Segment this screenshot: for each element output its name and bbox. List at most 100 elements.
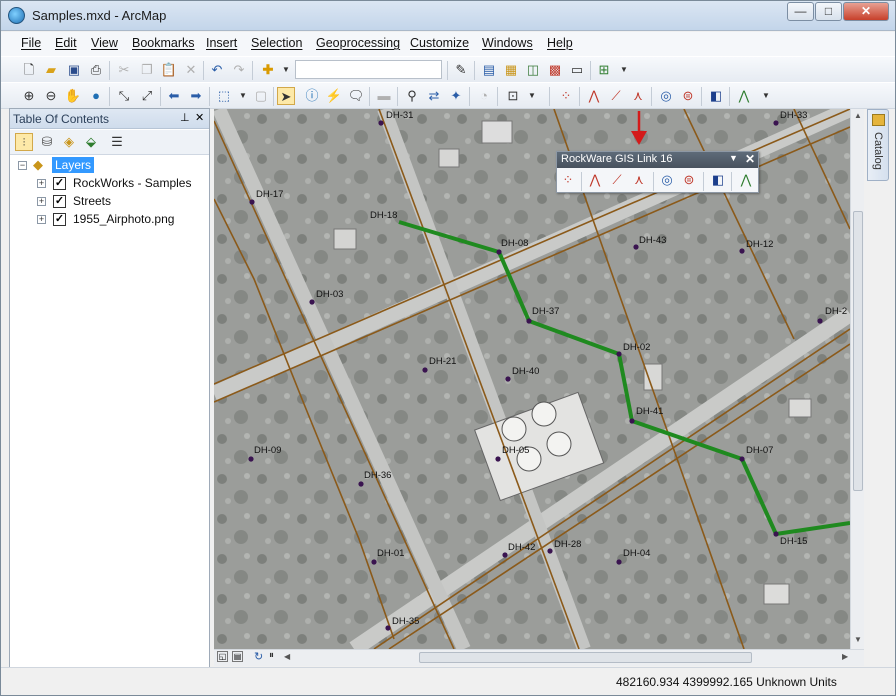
menu-view[interactable]: View [91,36,118,50]
layout-view-icon[interactable]: ▤ [232,651,243,662]
add-data-icon[interactable]: ✚ [259,61,277,79]
menu-insert[interactable]: Insert [206,36,237,50]
table-icon[interactable]: ▤ [480,61,498,79]
delete-icon[interactable]: ✕ [182,61,200,79]
layer-visibility-checkbox[interactable]: ✓ [53,213,66,226]
rockware-export-icon[interactable]: ◧ [707,87,725,105]
menu-selection[interactable]: Selection [251,36,302,50]
time-slider-icon[interactable]: ◔ [475,87,493,105]
toc-close-icon[interactable]: ✕ [195,111,204,124]
list-by-drawing-order-icon[interactable]: ⫶ [15,133,33,151]
rockware-section-icon[interactable]: ⋏ [630,171,648,189]
fixed-zoom-out-icon[interactable]: ⤢ [138,87,156,105]
pause-drawing-icon[interactable]: ⏸ [269,650,274,661]
menu-windows[interactable]: Windows [482,36,533,50]
menu-geoprocessing[interactable]: Geoprocessing [316,36,400,50]
minimize-button[interactable]: — [787,2,814,21]
scroll-down-icon[interactable]: ▼ [854,635,862,644]
menu-edit[interactable]: Edit [55,36,77,50]
open-folder-icon[interactable]: ▰ [42,61,60,79]
sample-point[interactable] [616,559,622,565]
sample-point[interactable] [358,481,364,487]
forward-extent-icon[interactable]: ➡ [187,87,205,105]
sample-point[interactable] [739,248,745,254]
new-file-icon[interactable]: 🗋 [20,61,38,79]
sample-point[interactable] [526,318,532,324]
rockware-delete-icon[interactable]: ⊜ [679,87,697,105]
layer-row[interactable]: + ✓ Streets [10,192,209,210]
sample-point[interactable] [739,456,745,462]
rockware-borehole-icon[interactable]: ⋀ [737,171,755,189]
map-horizontal-scrollbar[interactable]: ◱ ▤ ↻ ⏸ ◀ ▶ [214,649,864,666]
sample-point[interactable] [773,531,779,537]
goto-xy-2-icon[interactable]: ✦ [447,87,465,105]
sample-point[interactable] [505,376,511,382]
list-by-selection-icon[interactable]: ⬙ [82,133,100,151]
rockware-section-icon[interactable]: ⋏ [629,87,647,105]
expand-icon[interactable]: + [37,215,46,224]
print-icon[interactable]: ⎙ [87,61,105,79]
rockware-polygon-icon[interactable]: ◎ [658,171,676,189]
python-window-icon[interactable]: ▭ [568,61,586,79]
floating-toolbar-close-icon[interactable]: ✕ [745,152,755,166]
scroll-right-icon[interactable]: ▶ [842,652,848,661]
redo-icon[interactable]: ↷ [230,61,248,79]
layer-visibility-checkbox[interactable]: ✓ [53,195,66,208]
select-dropdown-icon[interactable]: ▼ [234,87,252,105]
layer-label[interactable]: 1955_Airphoto.png [73,210,174,228]
zoom-out-icon[interactable]: ⊖ [42,87,60,105]
horizontal-scroll-thumb[interactable] [419,652,752,663]
rockware-line-icon[interactable]: ⟋ [608,171,626,189]
sample-point[interactable] [248,456,254,462]
data-view-icon[interactable]: ◱ [217,651,228,662]
clear-selection-icon[interactable]: ▢ [252,87,270,105]
sample-point[interactable] [371,559,377,565]
add-data-dropdown-icon[interactable]: ▼ [277,61,295,79]
pin-icon[interactable]: ⊥ [180,111,190,124]
collapse-icon[interactable]: − [18,161,27,170]
rockware-points-icon[interactable]: ⁘ [557,87,575,105]
rockware-export-icon[interactable]: ◧ [709,171,727,189]
list-by-visibility-icon[interactable]: ◈ [60,133,78,151]
cut-icon[interactable]: ✂ [115,61,133,79]
arccatalog-icon[interactable]: ▦ [502,61,520,79]
rockware-profile-icon[interactable]: ⋀ [585,87,603,105]
layer-row[interactable]: + ✓ RockWorks - Samples [10,174,209,192]
maximize-button[interactable]: □ [815,2,842,21]
sample-point[interactable] [547,548,553,554]
sample-point[interactable] [629,418,635,424]
sample-point[interactable] [249,199,255,205]
sample-point[interactable] [385,625,391,631]
layer-row[interactable]: + ✓ 1955_Airphoto.png [10,210,209,228]
toc-options-icon[interactable]: ☰ [108,133,126,151]
measure-icon[interactable]: ▬ [375,87,393,105]
goto-xy-icon[interactable]: ⇄ [425,87,443,105]
close-button[interactable]: ✕ [843,2,889,21]
rockware-polygon-icon[interactable]: ◎ [657,87,675,105]
rockware-delete-icon[interactable]: ⊜ [680,171,698,189]
scroll-left-icon[interactable]: ◀ [284,652,290,661]
undo-icon[interactable]: ↶ [208,61,226,79]
pan-icon[interactable]: ✋ [64,87,82,105]
layers-root-label[interactable]: Layers [52,157,95,173]
menu-customize[interactable]: Customize [410,36,469,50]
search-window-icon[interactable]: ◫ [524,61,542,79]
toolbar-overflow-icon[interactable]: ▼ [615,61,633,79]
layer-label[interactable]: Streets [73,192,111,210]
sample-point[interactable] [495,456,501,462]
menu-bookmarks[interactable]: Bookmarks [132,36,195,50]
save-icon[interactable]: ▣ [65,61,83,79]
map-vertical-scrollbar[interactable]: ▲ ▼ [850,109,864,649]
hyperlink-icon[interactable]: ⚡ [325,87,343,105]
rockware-line-icon[interactable]: ⟋ [607,87,625,105]
editor-toolbar-icon[interactable]: ✎ [452,61,470,79]
rockware-floating-toolbar[interactable]: RockWare GIS Link 16 ▼ ✕ ⁘ ⋀ ⟋ ⋏ ◎ ⊜ ◧ ⋀ [556,151,759,193]
sample-point[interactable] [773,120,779,126]
viewer-dropdown-icon[interactable]: ▼ [523,87,541,105]
sample-point[interactable] [817,318,823,324]
arctoolbox-icon[interactable]: ▩ [546,61,564,79]
refresh-icon[interactable]: ↻ [254,650,263,663]
toolbar-menu-arrow-icon[interactable]: ▼ [729,153,738,163]
tree-layers-row[interactable]: − ◆ Layers [10,156,209,174]
expand-icon[interactable]: + [37,197,46,206]
